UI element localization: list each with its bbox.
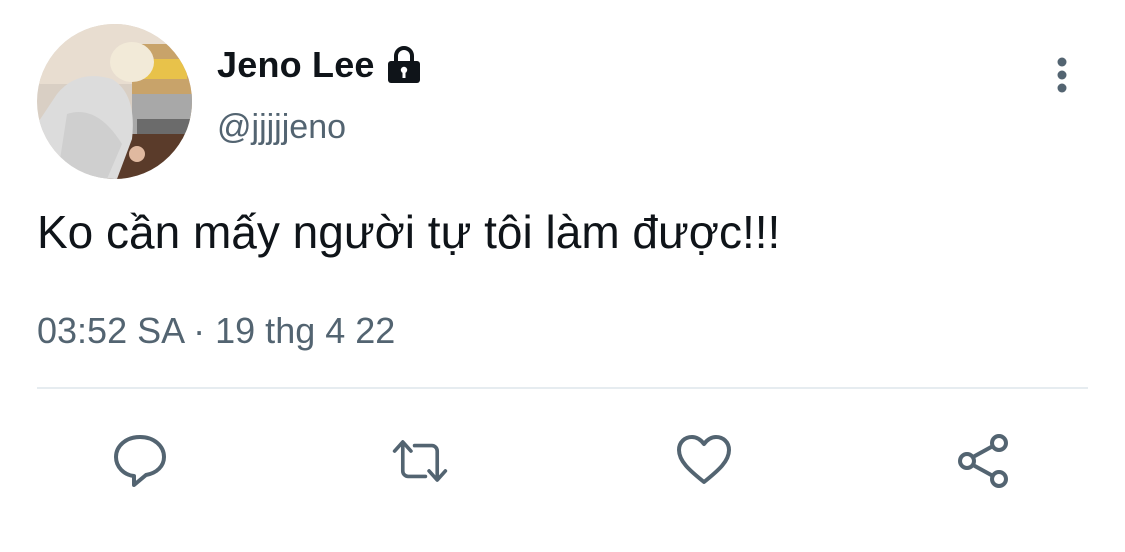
retweet-button[interactable]: [391, 432, 449, 490]
avatar-image: [37, 24, 192, 179]
tweet-meta: 03:52 SA · 19 thg 4 22: [37, 310, 395, 352]
lock-icon: [385, 45, 423, 85]
more-options-button[interactable]: [1045, 55, 1079, 95]
user-handle[interactable]: @jjjjjeno: [217, 108, 346, 147]
display-name-row: Jeno Lee: [217, 40, 423, 90]
tweet-date[interactable]: 19 thg 4 22: [215, 310, 395, 351]
retweet-icon: [392, 440, 448, 482]
reply-icon: [114, 435, 166, 487]
more-vertical-icon: [1057, 57, 1067, 93]
divider: [37, 387, 1088, 389]
like-button[interactable]: [675, 432, 733, 490]
tweet-text: Ko cần mấy người tự tôi làm được!!!: [37, 206, 781, 258]
tweet-card: Jeno Lee @jjjjjeno Ko cần mấy người tự t…: [0, 0, 1125, 552]
reply-button[interactable]: [111, 432, 169, 490]
tweet-time[interactable]: 03:52 SA: [37, 310, 183, 351]
display-name[interactable]: Jeno Lee: [217, 44, 375, 86]
share-button[interactable]: [955, 432, 1013, 490]
share-icon: [958, 434, 1008, 488]
meta-separator: ·: [183, 310, 216, 351]
avatar[interactable]: [37, 24, 192, 179]
heart-icon: [677, 435, 731, 484]
